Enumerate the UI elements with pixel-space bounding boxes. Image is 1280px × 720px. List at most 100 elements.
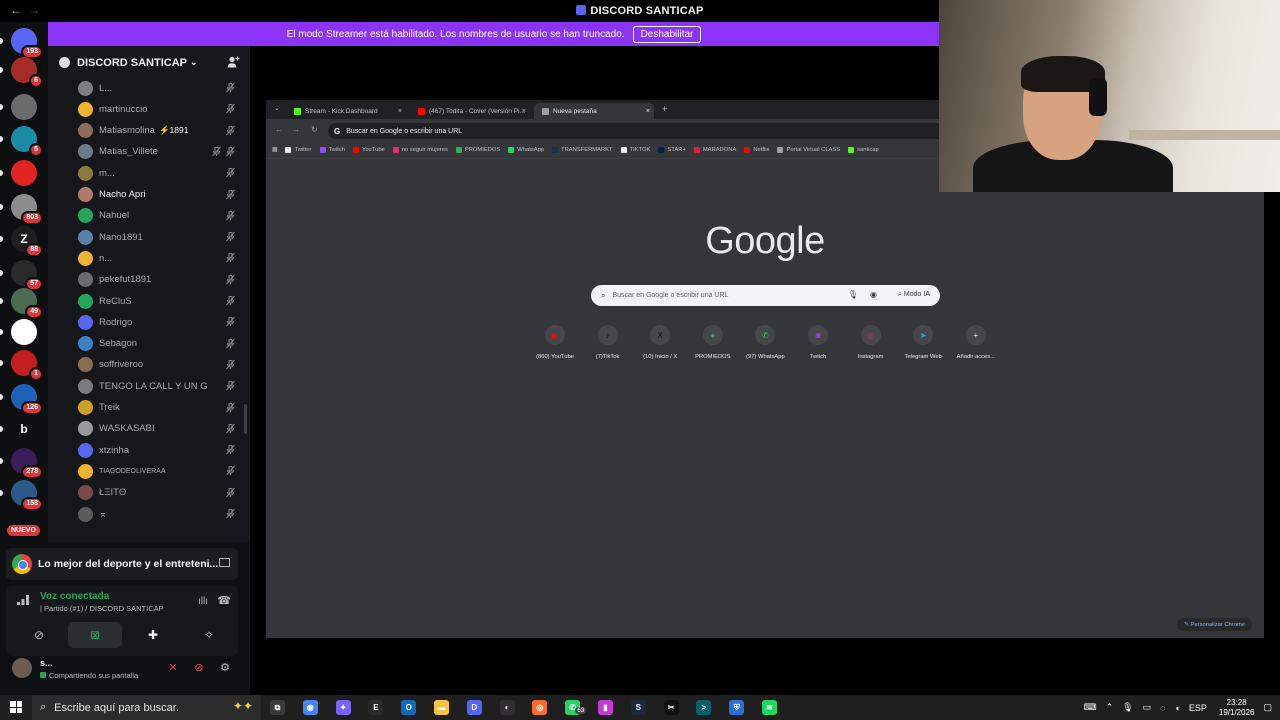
gear-icon[interactable]: ⚙ bbox=[218, 661, 232, 675]
avatar[interactable] bbox=[78, 165, 93, 181]
shortcut-tile[interactable]: ◎ Instagram bbox=[845, 325, 897, 360]
clock[interactable]: 23:28 19/1/2026 bbox=[1219, 698, 1255, 718]
scrollbar[interactable] bbox=[244, 404, 247, 434]
member-row[interactable]: Rodrigo bbox=[78, 312, 242, 332]
reload-icon[interactable]: ↻ bbox=[311, 125, 318, 134]
bookmark-item[interactable]: Twitch bbox=[319, 147, 345, 153]
member-row[interactable]: martinuccio bbox=[78, 99, 242, 119]
server-icon[interactable]: 6 bbox=[11, 57, 43, 88]
copilot-icon[interactable]: ✦ bbox=[335, 700, 351, 715]
member-row[interactable]: ŁΞITΘ bbox=[78, 483, 242, 503]
bookmark-item[interactable]: MARADONA bbox=[693, 147, 736, 153]
mic-muted-icon[interactable]: ✕ bbox=[166, 661, 180, 675]
avatar[interactable] bbox=[78, 293, 93, 309]
chrome-icon[interactable]: ◉ bbox=[302, 700, 318, 715]
avatar[interactable] bbox=[78, 80, 93, 96]
screen-icon[interactable] bbox=[219, 558, 230, 567]
server-icon[interactable]: 1 bbox=[11, 350, 43, 381]
outlook-icon[interactable]: O bbox=[401, 700, 417, 715]
chevron-up-icon[interactable]: ⌃ bbox=[1106, 702, 1114, 713]
avatar[interactable] bbox=[78, 463, 93, 479]
disconnect-icon[interactable]: ☎ bbox=[217, 594, 231, 607]
member-row[interactable]: Treik bbox=[78, 398, 242, 418]
shortcut-tile[interactable]: X (10) Inicio / X bbox=[634, 325, 686, 360]
server-icon[interactable]: 49 bbox=[11, 288, 43, 319]
bookmark-item[interactable]: Netflix bbox=[744, 147, 769, 153]
member-row[interactable]: WASKASABI bbox=[78, 419, 242, 439]
camera-off-button[interactable]: ⊘ bbox=[12, 622, 66, 648]
lens-icon[interactable]: ◉ bbox=[870, 290, 877, 299]
soundboard-button[interactable]: ✧ bbox=[182, 622, 236, 648]
customize-chrome-button[interactable]: ✎ Personalizar Chrome bbox=[1177, 618, 1252, 631]
capcut-icon[interactable]: ✂ bbox=[663, 700, 679, 715]
notification-icon[interactable]: ▢ bbox=[1263, 702, 1272, 713]
browser-tab[interactable]: Stream - Kick Dashboard × bbox=[286, 103, 406, 119]
close-icon[interactable]: × bbox=[398, 108, 402, 115]
member-row[interactable]: ⌅ bbox=[78, 504, 242, 524]
avatar[interactable] bbox=[78, 250, 93, 266]
avatar[interactable] bbox=[78, 187, 93, 202]
member-row[interactable]: xtzinha bbox=[78, 440, 242, 460]
avatar[interactable] bbox=[78, 314, 93, 330]
obs-icon[interactable]: ◐ bbox=[499, 700, 515, 715]
member-row[interactable]: pekefut1891 bbox=[78, 270, 242, 290]
member-row[interactable]: n... bbox=[78, 248, 242, 268]
bookmark-item[interactable]: YouTube bbox=[353, 147, 385, 153]
member-row[interactable]: Sebagon bbox=[78, 334, 242, 354]
avatar[interactable] bbox=[78, 421, 93, 437]
stream-activity-card[interactable]: Lo mejor del deporte y el entreteni... bbox=[6, 548, 238, 580]
browser-tab[interactable]: (467) Todita - Cover (Versión Pi... × bbox=[410, 103, 530, 119]
bookmark-item[interactable]: no seguir mujeres bbox=[392, 147, 448, 153]
task-view-icon[interactable]: ⧉ bbox=[270, 700, 285, 715]
shortcut-tile[interactable]: ✆ (97) WhatsApp bbox=[739, 325, 791, 360]
shortcut-tile[interactable]: ▶ (860) YouTube bbox=[529, 325, 581, 360]
member-row[interactable]: Nacho Apri bbox=[78, 185, 242, 205]
server-icon[interactable] bbox=[11, 319, 37, 345]
app-pink-icon[interactable]: ▮ bbox=[598, 700, 613, 715]
member-row[interactable]: Nahuel bbox=[78, 206, 242, 226]
member-row[interactable]: Matias_Villete bbox=[78, 142, 242, 162]
server-header[interactable]: DISCORD SANTICAP ⌄ bbox=[48, 46, 250, 79]
ai-mode-button[interactable]: ⌕ Modo IA bbox=[898, 291, 930, 299]
avatar[interactable] bbox=[78, 123, 93, 139]
member-row[interactable]: soffriveroo bbox=[78, 355, 242, 375]
back-icon[interactable]: ← bbox=[275, 125, 283, 134]
bookmark-item[interactable]: Portal Virtual CLASS bbox=[777, 147, 840, 153]
terminal-icon[interactable]: > bbox=[696, 700, 712, 715]
activities-button[interactable]: ✚ bbox=[126, 622, 180, 648]
avatar[interactable] bbox=[12, 658, 32, 678]
server-icon[interactable]: 158 bbox=[11, 480, 43, 511]
avatar[interactable] bbox=[78, 144, 93, 160]
server-icon[interactable]: Z 88 bbox=[11, 226, 43, 257]
close-icon[interactable]: × bbox=[522, 108, 526, 115]
bookmark-item[interactable]: WhatsApp bbox=[508, 147, 544, 153]
server-icon[interactable] bbox=[11, 94, 37, 120]
server-icon[interactable]: 57 bbox=[11, 260, 43, 291]
shortcut-tile[interactable]: ➤ Telegram Web bbox=[897, 325, 949, 360]
browser-tab[interactable]: Nueva pestaña × bbox=[534, 103, 654, 119]
member-row[interactable]: Matiasmolina ⚡1891 bbox=[78, 121, 242, 141]
screen-share-button[interactable]: ⊠ bbox=[68, 622, 122, 648]
member-row[interactable]: Nano1891 bbox=[78, 227, 242, 247]
new-tab-icon[interactable]: + bbox=[662, 104, 667, 114]
apps-icon[interactable]: ▦ bbox=[272, 147, 277, 153]
close-icon[interactable]: × bbox=[646, 108, 650, 115]
taskbar-search[interactable]: ⌕ Escribe aquí para buscar. ✦✦ bbox=[32, 695, 261, 720]
language-indicator[interactable]: ESP bbox=[1189, 703, 1207, 713]
server-icon[interactable] bbox=[11, 160, 37, 186]
avatar[interactable] bbox=[78, 208, 93, 224]
voice-status[interactable]: Voz conectada bbox=[40, 591, 109, 602]
avatar[interactable] bbox=[78, 506, 93, 522]
origin-icon[interactable]: ◎ bbox=[532, 700, 548, 715]
avatar[interactable] bbox=[78, 272, 93, 288]
steam-icon[interactable]: S bbox=[630, 700, 646, 715]
display-icon[interactable]: ▭ bbox=[1143, 702, 1152, 713]
forward-icon[interactable]: → bbox=[292, 125, 300, 134]
vpn-icon[interactable]: ⛨ bbox=[729, 700, 745, 715]
server-icon[interactable]: 803 bbox=[11, 194, 43, 225]
avatar[interactable] bbox=[78, 357, 93, 373]
volume-icon[interactable]: ◖ bbox=[1174, 703, 1179, 713]
shortcut-tile[interactable]: ● PROMIEDOS bbox=[687, 325, 739, 360]
avatar[interactable] bbox=[78, 378, 93, 394]
bookmark-item[interactable]: PROMIEDOS bbox=[455, 147, 500, 153]
